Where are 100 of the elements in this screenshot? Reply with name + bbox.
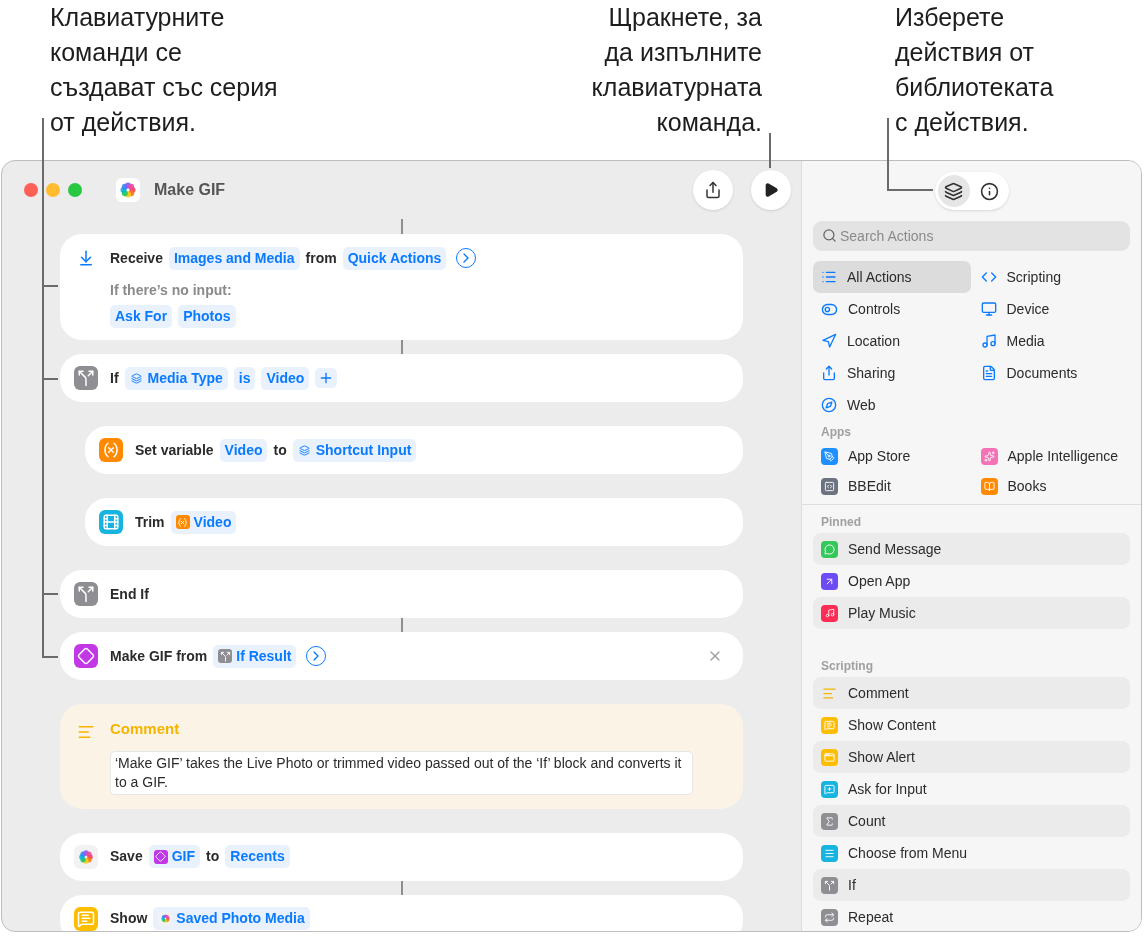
action-list-item[interactable]: Repeat [813, 901, 1130, 931]
search-icon [822, 228, 837, 243]
parameter-token[interactable]: Saved Photo Media [153, 907, 310, 930]
comment-title: Comment [110, 719, 181, 739]
parameter-token[interactable]: Quick Actions [342, 246, 447, 270]
action-card[interactable]: Show Saved Photo Media [60, 894, 743, 931]
variable-icon [99, 438, 123, 462]
action-list-item[interactable]: Play Music [813, 597, 1130, 629]
layers-icon [297, 443, 312, 457]
callout-text: Щракнете, за да изпълните клавиатурната команда. [591, 2, 762, 138]
parameter-token[interactable]: Ask For [110, 305, 173, 328]
action-label: from [305, 248, 337, 268]
parameter-token[interactable]: Video [170, 510, 237, 534]
sparkle-icon [980, 447, 998, 465]
code-icon [821, 477, 838, 495]
speech-bubble-icon [821, 716, 838, 734]
action-list-item[interactable]: Show Alert [813, 741, 1130, 773]
share-button[interactable] [693, 170, 733, 210]
message-plus-icon [821, 780, 838, 798]
category-item[interactable]: Media [972, 325, 1130, 357]
music-note-icon [821, 604, 838, 622]
run-button[interactable] [751, 170, 791, 210]
flower-icon [158, 911, 173, 926]
monitor-icon [980, 301, 997, 317]
leader-line [769, 132, 771, 169]
action-card[interactable]: End If [60, 570, 743, 618]
variable-icon [175, 515, 190, 529]
split-icon [74, 582, 98, 606]
category-item[interactable]: Scripting [972, 261, 1130, 293]
app-item[interactable]: Books [972, 471, 1130, 501]
diamond-icon [74, 644, 98, 668]
window-title: Make GIF [154, 180, 226, 200]
repeat-icon [821, 908, 838, 926]
action-card[interactable]: Set variable Video to Shortcut Input [85, 426, 743, 474]
section-heading: Apps [820, 424, 852, 441]
action-card[interactable]: If Media Type is Video [60, 354, 743, 402]
flower-icon [116, 178, 140, 202]
parameter-token[interactable]: GIF [148, 845, 201, 868]
add-button[interactable] [315, 368, 338, 388]
parameter-token[interactable]: Images and Media [168, 246, 300, 270]
diamond-icon [153, 849, 168, 864]
parameter-token[interactable]: If Result [213, 644, 297, 668]
book-icon [980, 477, 998, 495]
category-item[interactable]: Device [972, 293, 1130, 325]
action-label: Trim [135, 512, 165, 532]
parameter-token[interactable]: Video [261, 366, 310, 390]
list-icon [821, 269, 837, 285]
action-card[interactable]: Make GIF from If Result [60, 632, 743, 680]
action-list-item[interactable]: Ask for Input [813, 773, 1130, 805]
category-item[interactable]: All Actions [813, 261, 971, 293]
action-label: Make GIF from [110, 646, 208, 666]
split-icon [74, 366, 98, 390]
close-window-button[interactable] [24, 183, 38, 197]
search-field[interactable]: Search Actions [813, 221, 1130, 251]
app-item[interactable]: Apple Intelligence [972, 441, 1130, 471]
category-item[interactable]: Controls [813, 293, 971, 325]
action-list-item[interactable]: Count [813, 805, 1130, 837]
speech-bubble-icon [74, 906, 98, 931]
app-item[interactable]: App Store [813, 441, 971, 471]
parameter-token[interactable]: is [233, 366, 256, 390]
sigma-icon [821, 812, 838, 830]
action-label: to [206, 847, 220, 866]
action-card[interactable]: Save GIF to Recents [60, 832, 743, 881]
location-arrow-icon [821, 333, 837, 349]
action-list-item[interactable]: Comment [813, 677, 1130, 709]
category-item[interactable]: Documents [972, 357, 1130, 389]
category-item[interactable]: Sharing [813, 357, 971, 389]
action-label: If [110, 368, 119, 388]
layers-icon [129, 371, 144, 385]
parameter-token[interactable]: Photos [178, 305, 236, 328]
section-heading: Scripting [820, 658, 874, 675]
action-label: Show [110, 909, 148, 928]
action-list-item[interactable]: Open App [813, 565, 1130, 597]
stack-icon [944, 181, 963, 201]
category-item[interactable]: Web [813, 389, 971, 421]
compass-icon [821, 397, 837, 413]
document-icon [980, 365, 997, 381]
music-note-icon [980, 333, 997, 349]
share-icon [821, 365, 837, 381]
action-card[interactable]: Receive Images and Media from Quick Actions If there’s no input: Ask For Photos [60, 234, 743, 340]
action-list-item[interactable]: Choose from Menu [813, 837, 1130, 869]
film-icon [99, 510, 123, 534]
comment-card[interactable]: Comment ‘Make GIF’ takes the Live Photo or trimmed video passed out of the ‘If’ block and converts it to a GIF. [60, 704, 743, 809]
app-item[interactable]: BBEdit [813, 471, 971, 501]
parameter-token[interactable]: Recents [225, 845, 290, 868]
window-icon [821, 748, 838, 766]
action-label: End If [110, 584, 149, 604]
comment-text-field[interactable]: ‘Make GIF’ takes the Live Photo or trimmed video passed out of the ‘If’ block and converts it to a GIF. [110, 750, 693, 795]
library-button[interactable] [937, 175, 970, 207]
category-item[interactable]: Location [813, 325, 971, 357]
parameter-token[interactable]: Shortcut Input [292, 438, 417, 462]
menu-icon [821, 844, 838, 862]
action-card[interactable]: Trim Video [85, 498, 743, 546]
action-list-item[interactable]: Show Content [813, 709, 1130, 741]
action-list-item[interactable]: Send Message [813, 533, 1130, 565]
parameter-token[interactable]: Video [219, 438, 268, 462]
callout-text: Клавиатурните команди се създават със серия от действия. [50, 2, 278, 138]
parameter-token[interactable]: Media Type [124, 366, 228, 390]
info-icon [980, 181, 999, 201]
action-list-item[interactable]: If [813, 869, 1130, 901]
